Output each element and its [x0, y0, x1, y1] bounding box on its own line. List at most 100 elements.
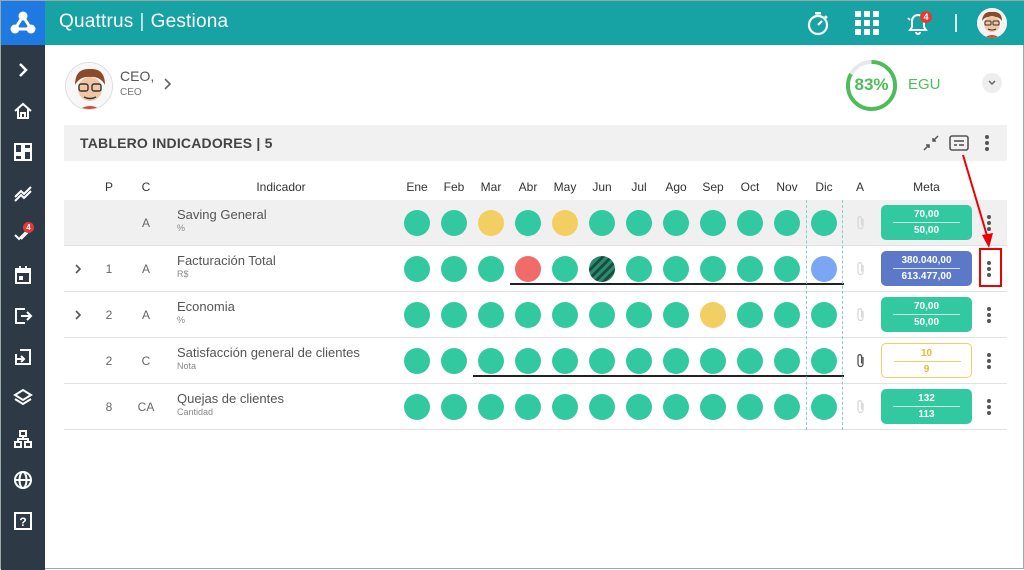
status-dot-green[interactable]: [552, 256, 578, 282]
expand-chevron-icon[interactable]: [72, 263, 84, 275]
status-dot-green[interactable]: [774, 256, 800, 282]
status-dot-green[interactable]: [404, 394, 430, 420]
meta-target-box[interactable]: 10 9: [881, 343, 972, 378]
user-avatar[interactable]: [977, 8, 1007, 38]
col-header-month[interactable]: Jun: [584, 180, 620, 194]
col-header-indicator[interactable]: Indicador: [221, 180, 341, 194]
status-dot-yellow[interactable]: [700, 302, 726, 328]
status-dot-green[interactable]: [404, 210, 430, 236]
col-header-month[interactable]: Ago: [658, 180, 694, 194]
sidebar-item-layers[interactable]: [8, 383, 38, 413]
indicator-name[interactable]: Facturación Total: [177, 253, 276, 268]
expand-chevron-icon[interactable]: [72, 309, 84, 321]
col-header-a[interactable]: A: [850, 180, 870, 194]
status-dot-green[interactable]: [774, 210, 800, 236]
sidebar-item-help[interactable]: ?: [8, 506, 38, 536]
sidebar-item-dashboard[interactable]: [8, 137, 38, 167]
attachment-icon[interactable]: [855, 261, 867, 277]
status-dot-green[interactable]: [478, 394, 504, 420]
status-dot-green[interactable]: [552, 302, 578, 328]
sidebar-item-globe[interactable]: [8, 465, 38, 495]
attachment-icon[interactable]: [855, 353, 867, 369]
status-dot-green[interactable]: [811, 210, 837, 236]
status-dot-yellow[interactable]: [478, 210, 504, 236]
status-dot-yellow[interactable]: [552, 210, 578, 236]
app-logo[interactable]: [1, 1, 45, 45]
status-dot-green[interactable]: [626, 394, 652, 420]
sidebar-item-logout[interactable]: [8, 301, 38, 331]
status-dot-green[interactable]: [404, 348, 430, 374]
sidebar-item-export[interactable]: [8, 342, 38, 372]
indicator-name[interactable]: Saving General: [177, 207, 267, 222]
status-dot-green[interactable]: [441, 210, 467, 236]
sidebar-item-tasks[interactable]: 4: [8, 219, 38, 249]
row-menu-icon[interactable]: [982, 305, 996, 325]
apps-grid-icon[interactable]: [852, 8, 882, 38]
status-dot-green[interactable]: [737, 256, 763, 282]
status-dot-green[interactable]: [589, 348, 615, 374]
attachment-icon[interactable]: [855, 215, 867, 231]
status-dot-green[interactable]: [774, 302, 800, 328]
status-dot-green[interactable]: [626, 302, 652, 328]
status-dot-green[interactable]: [737, 348, 763, 374]
col-header-month[interactable]: Nov: [769, 180, 805, 194]
status-dot-green[interactable]: [404, 256, 430, 282]
indicator-name[interactable]: Quejas de clientes: [177, 391, 284, 406]
status-dot-green[interactable]: [663, 302, 689, 328]
row-menu-icon[interactable]: [982, 351, 996, 371]
status-dot-green[interactable]: [515, 302, 541, 328]
status-dot-green[interactable]: [441, 394, 467, 420]
col-header-c[interactable]: C: [134, 180, 158, 194]
status-dot-green[interactable]: [515, 394, 541, 420]
status-dot-green[interactable]: [478, 256, 504, 282]
status-dot-green[interactable]: [700, 210, 726, 236]
status-dot-green[interactable]: [441, 302, 467, 328]
status-dot-green[interactable]: [737, 302, 763, 328]
status-dot-green[interactable]: [589, 302, 615, 328]
status-dot-green[interactable]: [663, 394, 689, 420]
col-header-month[interactable]: May: [547, 180, 583, 194]
status-dot-green[interactable]: [811, 348, 837, 374]
sidebar-item-hierarchy[interactable]: [8, 424, 38, 454]
status-dot-hatched[interactable]: [589, 256, 615, 282]
status-dot-green[interactable]: [515, 210, 541, 236]
status-dot-green[interactable]: [626, 348, 652, 374]
timer-icon[interactable]: [803, 8, 833, 38]
meta-target-box[interactable]: 132 113: [881, 389, 972, 424]
status-dot-green[interactable]: [774, 348, 800, 374]
status-dot-green[interactable]: [589, 210, 615, 236]
status-dot-green[interactable]: [811, 302, 837, 328]
col-header-month[interactable]: Feb: [436, 180, 472, 194]
status-dot-green[interactable]: [700, 348, 726, 374]
sidebar-item-trends[interactable]: [8, 178, 38, 208]
status-dot-green[interactable]: [663, 256, 689, 282]
status-dot-green[interactable]: [404, 302, 430, 328]
collapse-header-button[interactable]: [982, 73, 1002, 93]
status-dot-green[interactable]: [663, 210, 689, 236]
status-dot-green[interactable]: [737, 394, 763, 420]
col-header-month[interactable]: Jul: [621, 180, 657, 194]
status-dot-green[interactable]: [811, 394, 837, 420]
col-header-p[interactable]: P: [97, 180, 121, 194]
notifications-button[interactable]: 4: [903, 8, 933, 38]
col-header-month[interactable]: Mar: [473, 180, 509, 194]
panel-menu-icon[interactable]: [977, 133, 997, 153]
status-dot-green[interactable]: [478, 302, 504, 328]
meta-target-box[interactable]: 70,00 50,00: [881, 297, 972, 332]
attachment-icon[interactable]: [855, 399, 867, 415]
col-header-month[interactable]: Sep: [695, 180, 731, 194]
attachment-icon[interactable]: [855, 307, 867, 323]
col-header-month[interactable]: Abr: [510, 180, 546, 194]
status-dot-green[interactable]: [515, 348, 541, 374]
profile-avatar[interactable]: [65, 62, 113, 110]
subtitles-icon[interactable]: [949, 133, 969, 153]
status-dot-green[interactable]: [441, 256, 467, 282]
status-dot-green[interactable]: [700, 256, 726, 282]
row-menu-icon[interactable]: [982, 397, 996, 417]
user-chevron-icon[interactable]: [161, 77, 175, 91]
col-header-month[interactable]: Ene: [399, 180, 435, 194]
status-dot-green[interactable]: [774, 394, 800, 420]
minimize-icon[interactable]: [921, 133, 941, 153]
status-dot-red[interactable]: [515, 256, 541, 282]
status-dot-green[interactable]: [626, 210, 652, 236]
